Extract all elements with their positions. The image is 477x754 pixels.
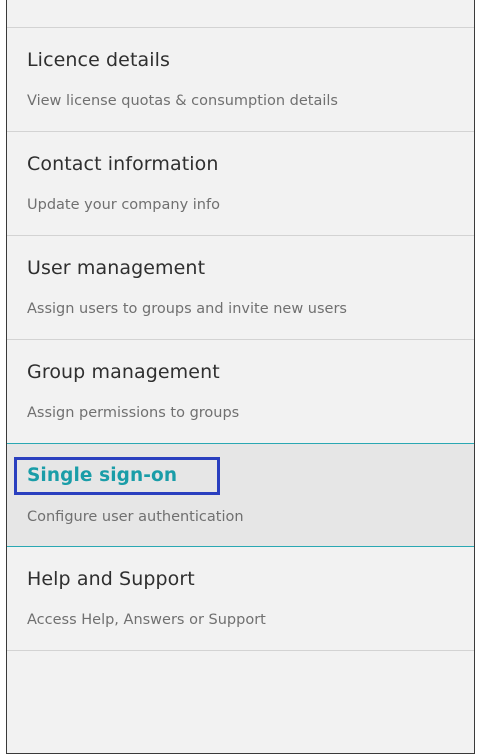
menu-item-help-and-support[interactable]: Help and Support Access Help, Answers or… [7, 547, 474, 651]
settings-menu-panel: Licence details View license quotas & co… [6, 0, 475, 754]
menu-item-description: Assign users to groups and invite new us… [27, 301, 347, 317]
menu-item-single-sign-on[interactable]: Single sign-on Configure user authentica… [7, 443, 474, 547]
menu-item-description: Assign permissions to groups [27, 405, 240, 421]
menu-item-contact-information[interactable]: Contact information Update your company … [7, 132, 474, 236]
menu-item-title: Group management [27, 361, 220, 383]
menu-item-title: Help and Support [27, 568, 195, 590]
menu-item-title: Contact information [27, 153, 219, 175]
menu-item-title: User management [27, 257, 206, 279]
menu-item-title: Licence details [27, 49, 171, 71]
settings-menu: Licence details View license quotas & co… [7, 28, 474, 651]
menu-item-title: Single sign-on [27, 465, 178, 486]
menu-item-description: Access Help, Answers or Support [27, 612, 266, 628]
menu-item-description: Configure user authentication [27, 509, 244, 525]
menu-item-licence-details[interactable]: Licence details View license quotas & co… [7, 28, 474, 132]
menu-item-description: Update your company info [27, 197, 220, 213]
menu-item-user-management[interactable]: User management Assign users to groups a… [7, 236, 474, 340]
menu-item-group-management[interactable]: Group management Assign permissions to g… [7, 340, 474, 444]
menu-item-description: View license quotas & consumption detail… [27, 93, 338, 109]
